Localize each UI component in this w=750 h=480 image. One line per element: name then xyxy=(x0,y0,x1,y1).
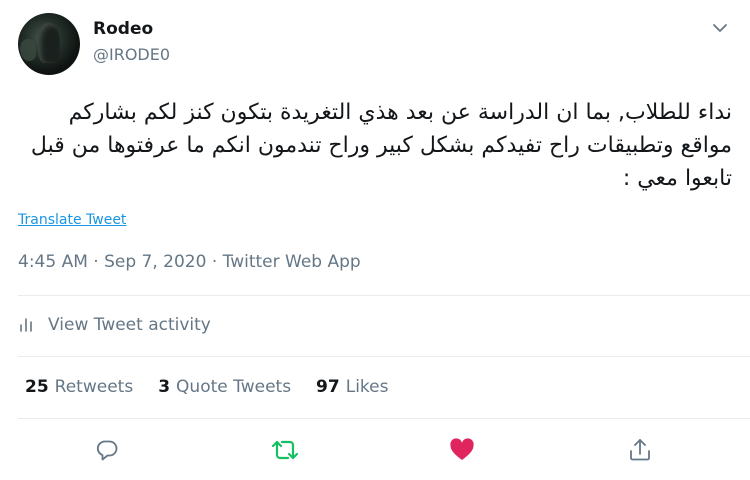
likes-count: 97 xyxy=(316,377,340,397)
retweet-icon xyxy=(271,440,299,460)
translate-tweet-link[interactable]: Translate Tweet xyxy=(18,212,126,228)
retweets-label: Retweets xyxy=(54,377,134,397)
view-tweet-activity-label: View Tweet activity xyxy=(48,315,211,335)
tweet-timestamp[interactable]: 4:45 AM · Sep 7, 2020 · Twitter Web App xyxy=(18,252,361,272)
quote-tweets-count: 3 xyxy=(158,377,171,397)
heart-icon xyxy=(450,438,474,460)
likes-label: Likes xyxy=(345,377,389,397)
likes-stat[interactable]: 97 Likes xyxy=(316,377,388,397)
avatar-figure xyxy=(38,23,60,63)
avatar[interactable] xyxy=(18,13,80,75)
retweets-count: 25 xyxy=(25,377,49,397)
chevron-down-icon[interactable] xyxy=(710,18,730,38)
share-icon xyxy=(630,439,650,461)
reply-icon xyxy=(96,440,118,461)
reply-button[interactable] xyxy=(89,432,125,468)
retweet-button[interactable] xyxy=(267,432,303,468)
avatar-foliage xyxy=(20,39,36,61)
divider xyxy=(18,295,750,296)
view-tweet-activity-button[interactable]: View Tweet activity xyxy=(18,313,211,337)
tweet-card: Rodeo @IRODE0 نداء للطلاب, بما ان الدراس… xyxy=(0,0,750,480)
tweet-stats: 25 Retweets 3 Quote Tweets 97 Likes xyxy=(25,377,413,397)
tweet-actions xyxy=(0,432,750,468)
user-handle[interactable]: @IRODE0 xyxy=(93,45,170,64)
share-button[interactable] xyxy=(622,432,658,468)
tweet-text: نداء للطلاب, بما ان الدراسة عن بعد هذي ا… xyxy=(30,100,732,191)
display-name[interactable]: Rodeo xyxy=(93,19,153,39)
divider xyxy=(18,418,750,419)
quote-tweets-label: Quote Tweets xyxy=(176,377,292,397)
bar-chart-icon xyxy=(20,318,32,332)
divider xyxy=(18,356,750,357)
like-button[interactable] xyxy=(444,432,480,468)
quote-tweets-stat[interactable]: 3 Quote Tweets xyxy=(158,377,291,397)
retweets-stat[interactable]: 25 Retweets xyxy=(25,377,133,397)
